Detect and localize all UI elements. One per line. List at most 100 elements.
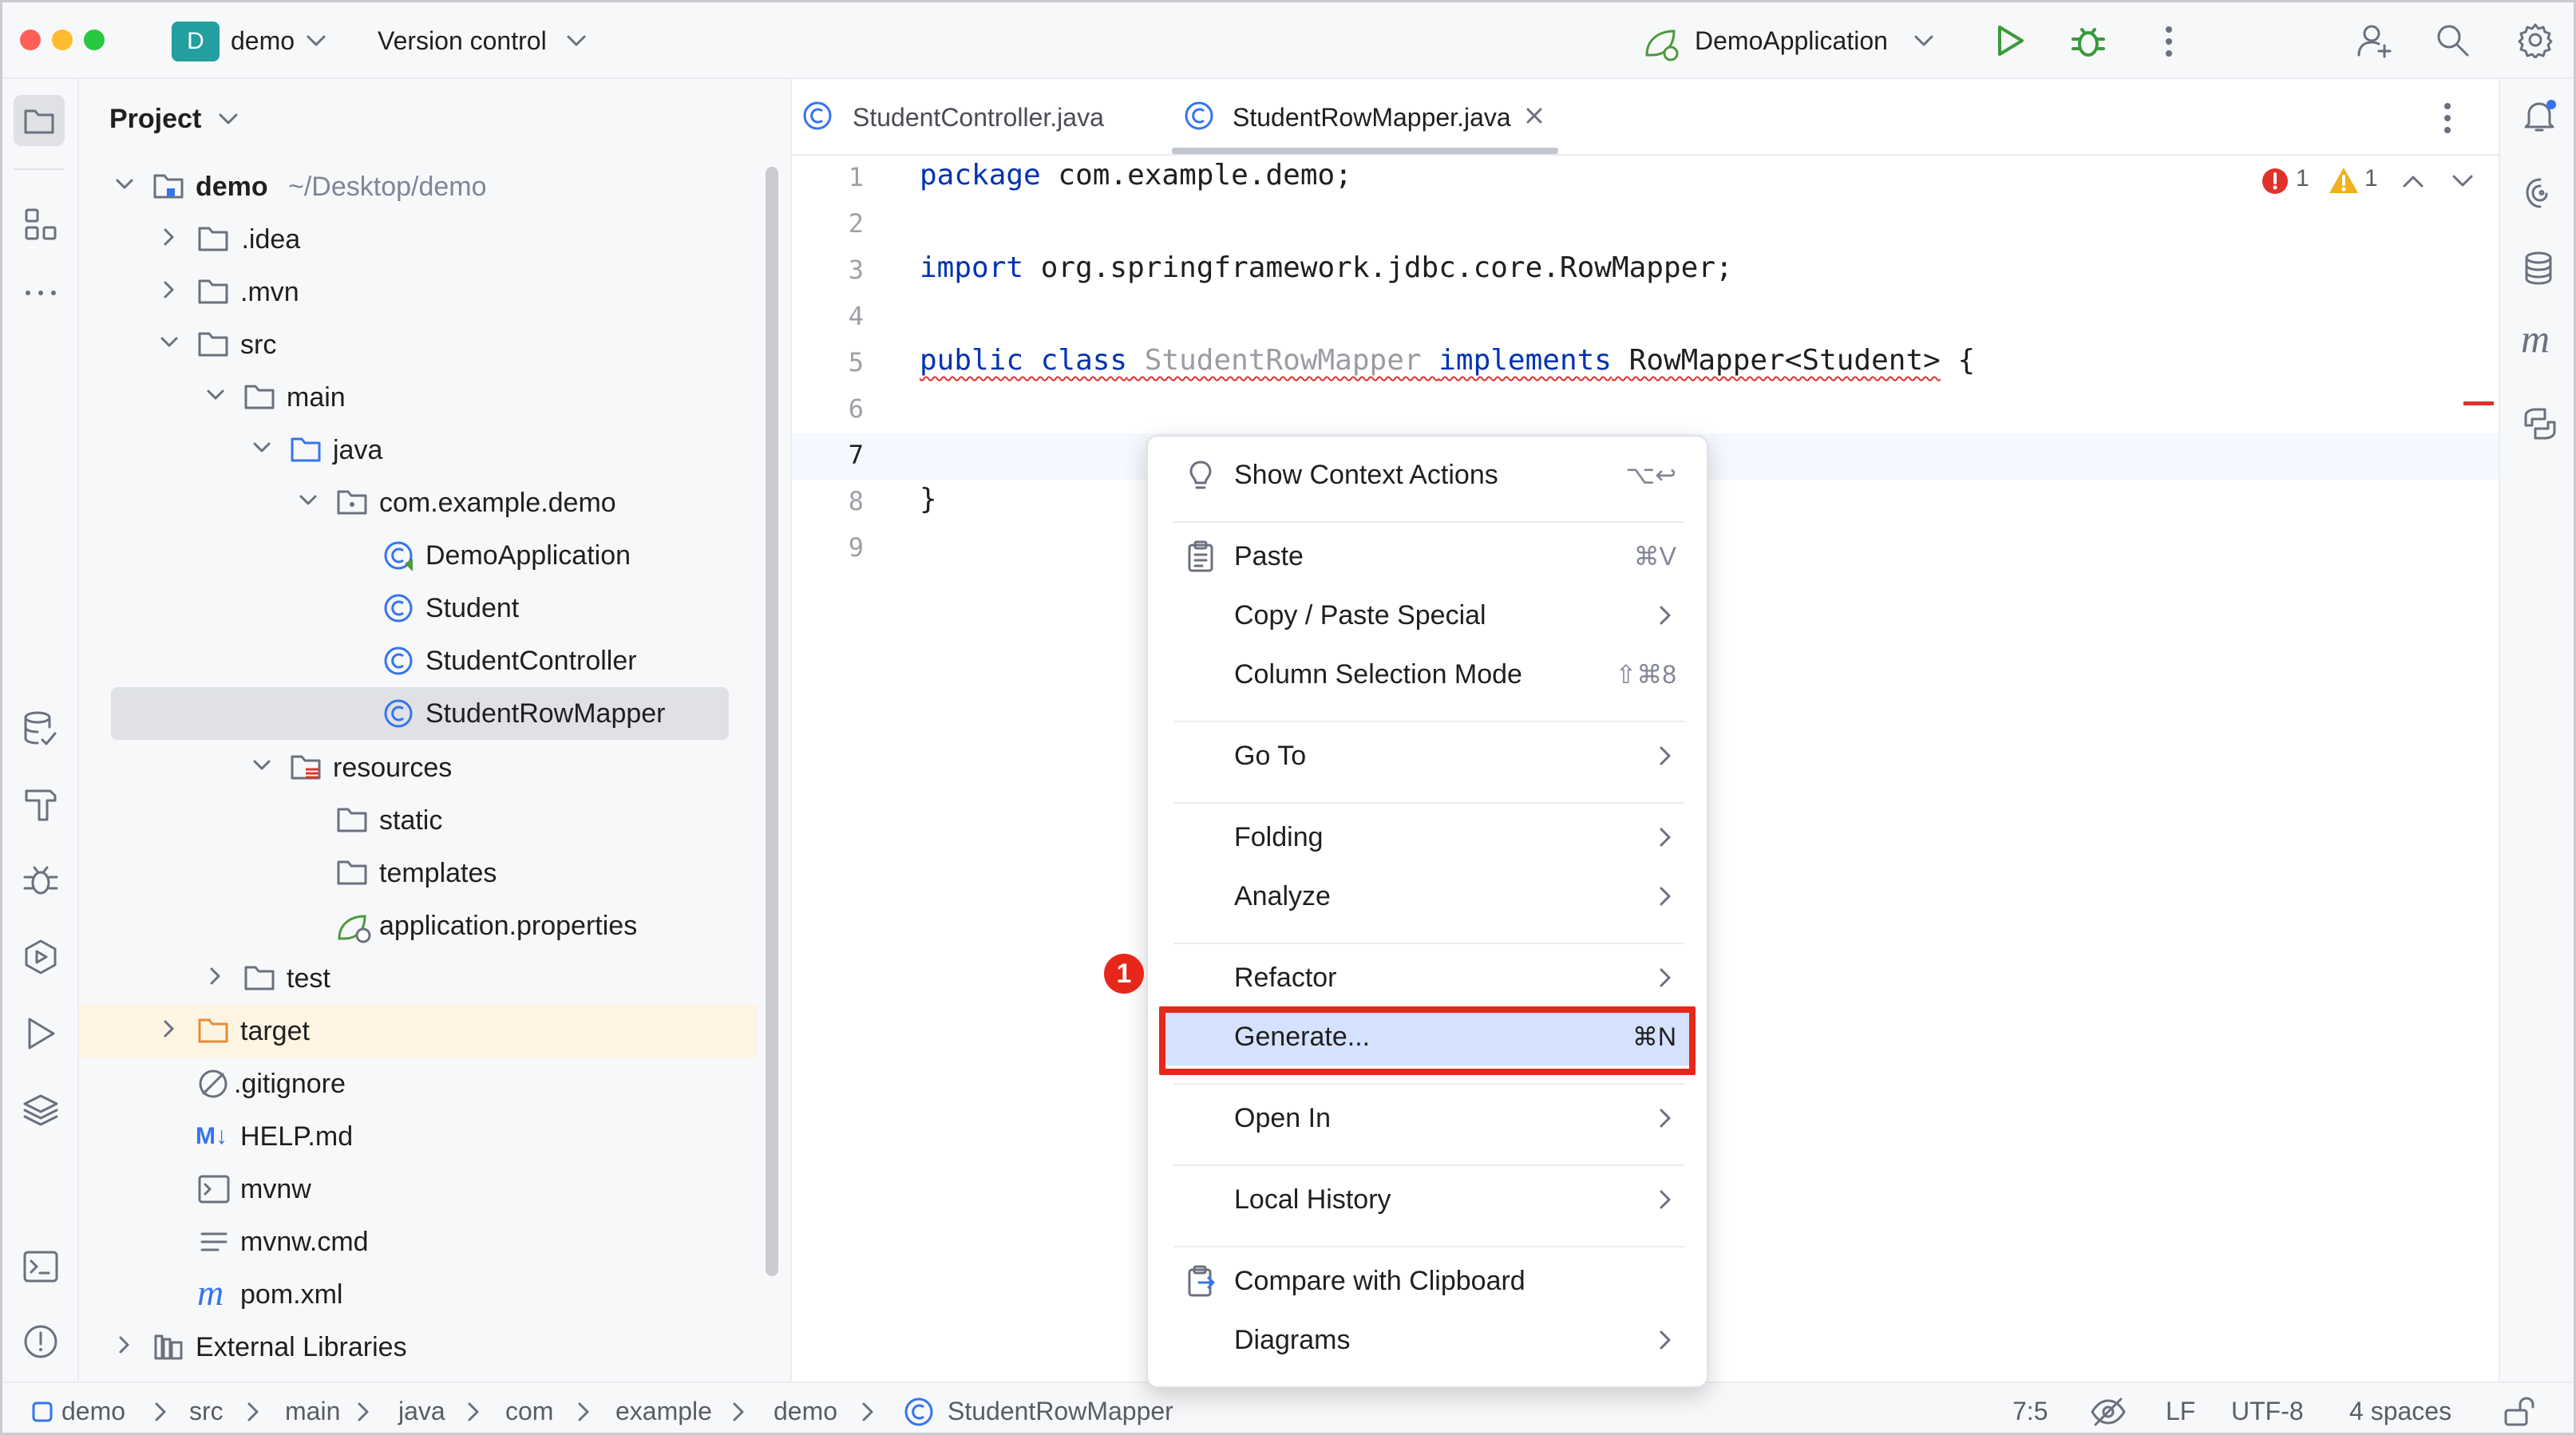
file-encoding[interactable]: UTF-8 xyxy=(2231,1395,2304,1427)
menu-item-analyze[interactable]: Analyze xyxy=(1162,868,1696,925)
menu-item-diagrams[interactable]: Diagrams xyxy=(1162,1311,1696,1369)
menu-item-open-in[interactable]: Open In xyxy=(1162,1089,1696,1147)
menu-item-copy-paste-special[interactable]: Copy / Paste Special xyxy=(1162,587,1696,644)
code-line-5[interactable]: public class StudentRowMapper implements… xyxy=(920,344,1975,377)
menu-item-compare-with-clipboard[interactable]: Compare with Clipboard xyxy=(1162,1252,1696,1310)
code-line-8[interactable]: } xyxy=(920,483,937,516)
vcs-widget[interactable]: Version control xyxy=(378,25,547,57)
python-console-icon[interactable] xyxy=(2521,405,2559,443)
code-text: { xyxy=(1940,344,1976,377)
project-panel-title[interactable]: Project xyxy=(109,103,201,135)
menu-item-go-to[interactable]: Go To xyxy=(1162,727,1696,785)
tree-root-demo[interactable]: demo ~/Desktop/demo xyxy=(111,162,750,211)
breadcrumb-item[interactable]: java xyxy=(398,1395,445,1427)
tab-studentrowmapper[interactable]: StudentRowMapper.java xyxy=(1167,79,1582,154)
unlock-icon[interactable] xyxy=(2501,1396,2536,1428)
structure-icon[interactable] xyxy=(23,207,58,242)
close-window-button[interactable] xyxy=(20,30,41,50)
tree-item-package[interactable]: com.example.demo xyxy=(111,478,750,528)
tab-more-icon[interactable] xyxy=(2439,100,2455,136)
problems-icon[interactable] xyxy=(22,1322,60,1361)
debug-bug-icon[interactable] xyxy=(22,861,60,899)
code-keyword: public class xyxy=(920,344,1128,377)
menu-item-paste[interactable]: Paste ⌘V xyxy=(1162,528,1696,585)
more-tools-icon[interactable] xyxy=(23,285,58,301)
ide-window: D demo Version control DemoApplication P… xyxy=(0,0,2576,1435)
breadcrumb-item[interactable]: main xyxy=(285,1395,340,1427)
tree-item-mvnw[interactable]: mvnw xyxy=(111,1164,750,1214)
breadcrumb-item[interactable]: StudentRowMapper xyxy=(948,1395,1173,1427)
menu-item-column-selection-mode[interactable]: Column Selection Mode ⇧⌘8 xyxy=(1162,646,1696,703)
project-scrollbar[interactable] xyxy=(766,167,778,1276)
database-icon[interactable] xyxy=(22,710,60,748)
breadcrumb-item[interactable]: demo xyxy=(774,1395,837,1427)
tab-studentcontroller[interactable]: StudentController.java xyxy=(792,79,1159,154)
code-text: } xyxy=(920,483,937,516)
breadcrumb-item[interactable]: example xyxy=(615,1395,712,1427)
project-tool-button[interactable] xyxy=(14,95,65,146)
run-tool-icon[interactable] xyxy=(22,1014,60,1053)
project-switcher[interactable]: demo xyxy=(231,25,295,57)
tree-item-student[interactable]: Student xyxy=(111,583,750,633)
maven-tool-icon[interactable]: m xyxy=(2521,315,2550,362)
tree-item-src[interactable]: src xyxy=(111,320,750,370)
tree-item-gitignore[interactable]: .gitignore xyxy=(111,1059,750,1109)
tree-item-studentrowmapper[interactable]: StudentRowMapper xyxy=(111,689,750,738)
tree-item-main[interactable]: main xyxy=(111,373,750,422)
code-line-1[interactable]: package com.example.demo; xyxy=(920,159,1352,192)
layers-icon[interactable] xyxy=(22,1091,60,1129)
caret-position[interactable]: 7:5 xyxy=(2012,1395,2048,1427)
class-icon xyxy=(384,646,413,675)
add-user-icon[interactable] xyxy=(2356,22,2394,60)
debug-icon[interactable] xyxy=(2070,23,2107,60)
tree-item-mvnw-cmd[interactable]: mvnw.cmd xyxy=(111,1217,750,1267)
build-hammer-icon[interactable] xyxy=(22,785,60,823)
breadcrumb-item[interactable]: com xyxy=(505,1395,553,1427)
spring-class-icon xyxy=(384,541,413,571)
tree-item-label: templates xyxy=(379,858,497,888)
tree-item-java[interactable]: java xyxy=(111,425,750,475)
code-line-3[interactable]: import org.springframework.jdbc.core.Row… xyxy=(920,251,1733,284)
inspection-disabled-eye-icon[interactable] xyxy=(2089,1396,2127,1428)
zoom-window-button[interactable] xyxy=(84,30,105,50)
ai-assistant-icon[interactable] xyxy=(2521,175,2559,213)
previous-problem-icon[interactable] xyxy=(2401,172,2425,191)
more-actions-icon[interactable] xyxy=(2161,23,2177,60)
tree-item-idea[interactable]: .idea xyxy=(111,215,750,264)
next-problem-icon[interactable] xyxy=(2451,172,2475,191)
notifications-bell-icon[interactable] xyxy=(2521,97,2559,135)
error-stripe-marker[interactable] xyxy=(2463,401,2494,405)
tree-item-pom-xml[interactable]: m pom.xml xyxy=(111,1270,750,1319)
tree-item-test[interactable]: test xyxy=(111,954,750,1003)
minimize-window-button[interactable] xyxy=(52,30,73,50)
menu-item-show-context-actions[interactable]: Show Context Actions ⌥↩ xyxy=(1162,446,1696,504)
run-icon[interactable] xyxy=(1992,23,2027,58)
menu-item-folding[interactable]: Folding xyxy=(1162,808,1696,866)
line-separator[interactable]: LF xyxy=(2166,1395,2195,1427)
tree-item-static[interactable]: static xyxy=(111,796,750,845)
database-tool-icon[interactable] xyxy=(2521,250,2559,288)
inspection-widget[interactable]: 1 1 xyxy=(2261,164,2473,199)
breadcrumb-separator-icon xyxy=(155,1402,166,1421)
tree-item-external-libraries[interactable]: External Libraries xyxy=(111,1322,750,1372)
tree-item-resources[interactable]: resources xyxy=(111,743,750,793)
tree-item-mvn[interactable]: .mvn xyxy=(111,267,750,317)
menu-item-refactor[interactable]: Refactor xyxy=(1162,949,1696,1006)
services-icon[interactable] xyxy=(22,938,60,976)
folder-icon xyxy=(337,808,367,832)
tree-item-application-properties[interactable]: application.properties xyxy=(111,901,750,951)
menu-item-local-history[interactable]: Local History xyxy=(1162,1171,1696,1228)
tree-item-help-md[interactable]: M↓ HELP.md xyxy=(111,1112,750,1161)
tree-item-studentcontroller[interactable]: StudentController xyxy=(111,636,750,686)
tree-item-target[interactable]: target xyxy=(111,1006,750,1056)
tree-item-demoapplication[interactable]: DemoApplication xyxy=(111,531,750,580)
settings-gear-icon[interactable] xyxy=(2517,22,2554,58)
close-tab-icon[interactable] xyxy=(1521,103,1547,128)
breadcrumb-item[interactable]: demo xyxy=(61,1395,125,1427)
breadcrumb-item[interactable]: src xyxy=(189,1395,224,1427)
search-icon[interactable] xyxy=(2434,22,2471,58)
terminal-icon[interactable] xyxy=(22,1247,60,1286)
tree-item-templates[interactable]: templates xyxy=(111,848,750,898)
run-configuration[interactable]: DemoApplication xyxy=(1695,25,1888,57)
indent-setting[interactable]: 4 spaces xyxy=(2349,1395,2451,1427)
